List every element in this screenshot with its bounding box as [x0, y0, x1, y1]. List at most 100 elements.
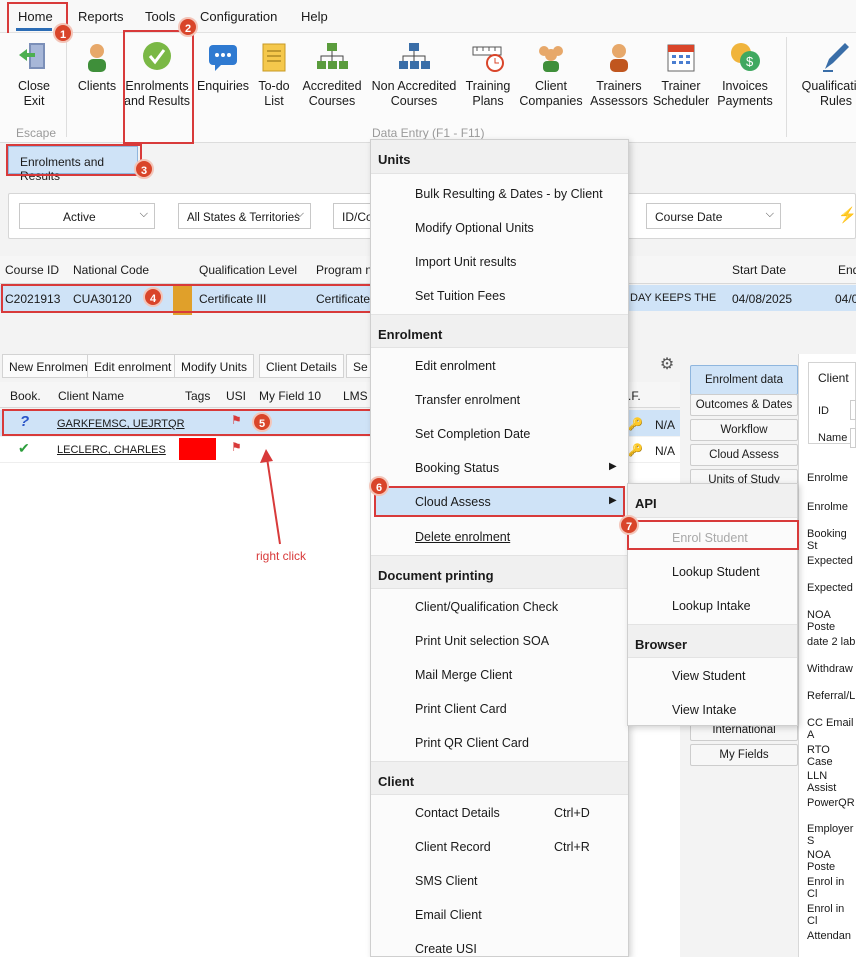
date-field-combo[interactable]: Course Date ⌵ [646, 203, 781, 229]
todo-list-button[interactable]: To-do List [254, 41, 294, 109]
tab-my-fields[interactable]: My Fields [690, 744, 798, 766]
invoices-payments-button[interactable]: $ Invoices Payments [716, 41, 774, 109]
flag-icon: ⚑ [231, 440, 242, 454]
col-lms[interactable]: LMS [343, 389, 368, 403]
menu-item-edit-enrolment[interactable]: Edit enrolment [415, 359, 496, 373]
menu-item-bulk-resulting[interactable]: Bulk Resulting & Dates - by Client [415, 187, 603, 201]
col-qualification-level[interactable]: Qualification Level [199, 263, 297, 277]
start-date-cell: 04/08/2025 [732, 292, 793, 306]
id-combo[interactable]: ID/Cod [333, 203, 379, 229]
accredited-courses-button[interactable]: Accredited Courses [300, 41, 364, 109]
menu-item-create-usi[interactable]: Create USI [415, 942, 477, 956]
money-icon: $ [728, 41, 762, 73]
step-badge: 1 [53, 23, 73, 43]
col-national-code[interactable]: National Code [73, 263, 149, 277]
step-badge: 4 [143, 287, 163, 307]
clients-button[interactable]: Clients [72, 41, 122, 94]
lightning-icon[interactable]: ⚡ [838, 206, 856, 224]
col-end-date[interactable]: End [838, 263, 856, 277]
menu-item-booking-status[interactable]: Booking Status [415, 461, 499, 475]
menu-item-transfer-enrolment[interactable]: Transfer enrolment [415, 393, 520, 407]
chevron-down-icon: ⌵ [295, 208, 304, 220]
menu-item-tuition-fees[interactable]: Set Tuition Fees [415, 289, 505, 303]
states-combo[interactable]: All States & Territories ⌵ [178, 203, 311, 229]
menu-reports[interactable]: Reports [78, 9, 124, 24]
tab-outcomes-dates[interactable]: Outcomes & Dates [690, 394, 798, 416]
trainer-scheduler-button[interactable]: Trainer Scheduler [652, 41, 710, 109]
search-button[interactable]: Se [346, 354, 372, 378]
org-chart-blue-icon [397, 41, 431, 73]
menu-item-sms-client[interactable]: SMS Client [415, 874, 478, 888]
menu-item-client-record[interactable]: Client Record [415, 840, 491, 854]
group-data-entry-label: Data Entry (F1 - F11) [372, 126, 485, 140]
col-tags[interactable]: Tags [185, 389, 210, 403]
col-client-name[interactable]: Client Name [58, 389, 124, 403]
field-label: Enrol in Cl [807, 876, 845, 900]
menu-help[interactable]: Help [301, 9, 328, 24]
field-label: Enrolme [807, 501, 848, 513]
menu-item-modify-optional[interactable]: Modify Optional Units [415, 221, 534, 235]
client-companies-button[interactable]: Client Companies [518, 41, 584, 109]
tab-cloud-assess[interactable]: Cloud Assess [690, 444, 798, 466]
menu-configuration[interactable]: Configuration [200, 9, 277, 24]
submenu-item-view-student[interactable]: View Student [672, 669, 745, 683]
submenu-item-lookup-intake[interactable]: Lookup Intake [672, 599, 751, 613]
menu-item-print-qr[interactable]: Print QR Client Card [415, 736, 529, 750]
menu-item-mail-merge[interactable]: Mail Merge Client [415, 668, 512, 682]
training-plans-button[interactable]: Training Plans [464, 41, 512, 109]
col-start-date[interactable]: Start Date [732, 263, 786, 277]
menu-item-email-client[interactable]: Email Client [415, 908, 482, 922]
calendar-icon [664, 41, 698, 73]
client-name-link[interactable]: LECLERC, CHARLES [57, 444, 166, 456]
col-book[interactable]: Book. [10, 389, 41, 403]
trainers-assessors-button[interactable]: Trainers Assessors [590, 41, 648, 109]
enquiries-button[interactable]: Enquiries [196, 41, 250, 94]
status-combo[interactable]: Active ⌵ [19, 203, 155, 229]
client-details-button[interactable]: Client Details [259, 354, 344, 378]
submenu-item-view-intake[interactable]: View Intake [672, 703, 736, 717]
field-label: Attendan [807, 930, 852, 942]
end-date-cell: 04/0 [835, 292, 856, 306]
menu-item-delete-enrolment[interactable]: Delete enrolment [415, 530, 510, 544]
highlight-tab [6, 144, 142, 176]
new-enrolment-button[interactable]: New Enrolment [2, 354, 99, 378]
col-my-field-10[interactable]: My Field 10 [259, 389, 321, 403]
field-label: Enrol in Cl [807, 903, 845, 927]
submenu-section-browser: Browser [628, 624, 797, 658]
tab-workflow[interactable]: Workflow [690, 419, 798, 441]
tab-enrolment-data[interactable]: Enrolment data [690, 365, 798, 395]
menu-item-print-card[interactable]: Print Client Card [415, 702, 507, 716]
menu-bar: Home Reports Tools Configuration Help [0, 0, 856, 33]
name-label: Name [818, 432, 848, 444]
field-label: Employer S [807, 823, 854, 847]
ruler-clock-icon [471, 41, 505, 73]
col-course-id[interactable]: Course ID [5, 263, 59, 277]
non-accredited-courses-button[interactable]: Non Accredited Courses [368, 41, 460, 109]
menu-item-import-results[interactable]: Import Unit results [415, 255, 516, 269]
annotation-arrow-icon [260, 449, 281, 545]
red-tag [179, 438, 216, 460]
col-usi[interactable]: USI [226, 389, 246, 403]
menu-item-qualification-check[interactable]: Client/Qualification Check [415, 600, 558, 614]
name-field[interactable] [850, 428, 856, 448]
menu-item-contact-details[interactable]: Contact Details [415, 806, 500, 820]
field-label: LLN Assist [807, 770, 837, 794]
step-badge: 2 [178, 17, 198, 37]
modify-units-button[interactable]: Modify Units [174, 354, 255, 378]
id-field[interactable] [850, 400, 856, 420]
menu-item-completion-date[interactable]: Set Completion Date [415, 427, 530, 441]
gear-icon[interactable]: ⚙ [655, 354, 679, 378]
menu-tools[interactable]: Tools [145, 9, 175, 24]
submenu-item-lookup-student[interactable]: Lookup Student [672, 565, 760, 579]
key-icon: 🔑 [628, 417, 643, 431]
shortcut-label: Ctrl+R [554, 840, 590, 854]
menu-item-print-soa[interactable]: Print Unit selection SOA [415, 634, 549, 648]
qualification-rules-button[interactable]: Qualification Rules [796, 41, 856, 109]
notepad-icon [257, 41, 291, 73]
close-exit-button[interactable]: Close Exit [8, 41, 60, 109]
field-label: Enrolme [807, 472, 848, 484]
menu-section-units: Units [371, 140, 628, 174]
col-af[interactable]: .F. [628, 389, 641, 403]
edit-enrolment-button[interactable]: Edit enrolment [87, 354, 179, 378]
trainer-icon [602, 41, 636, 73]
